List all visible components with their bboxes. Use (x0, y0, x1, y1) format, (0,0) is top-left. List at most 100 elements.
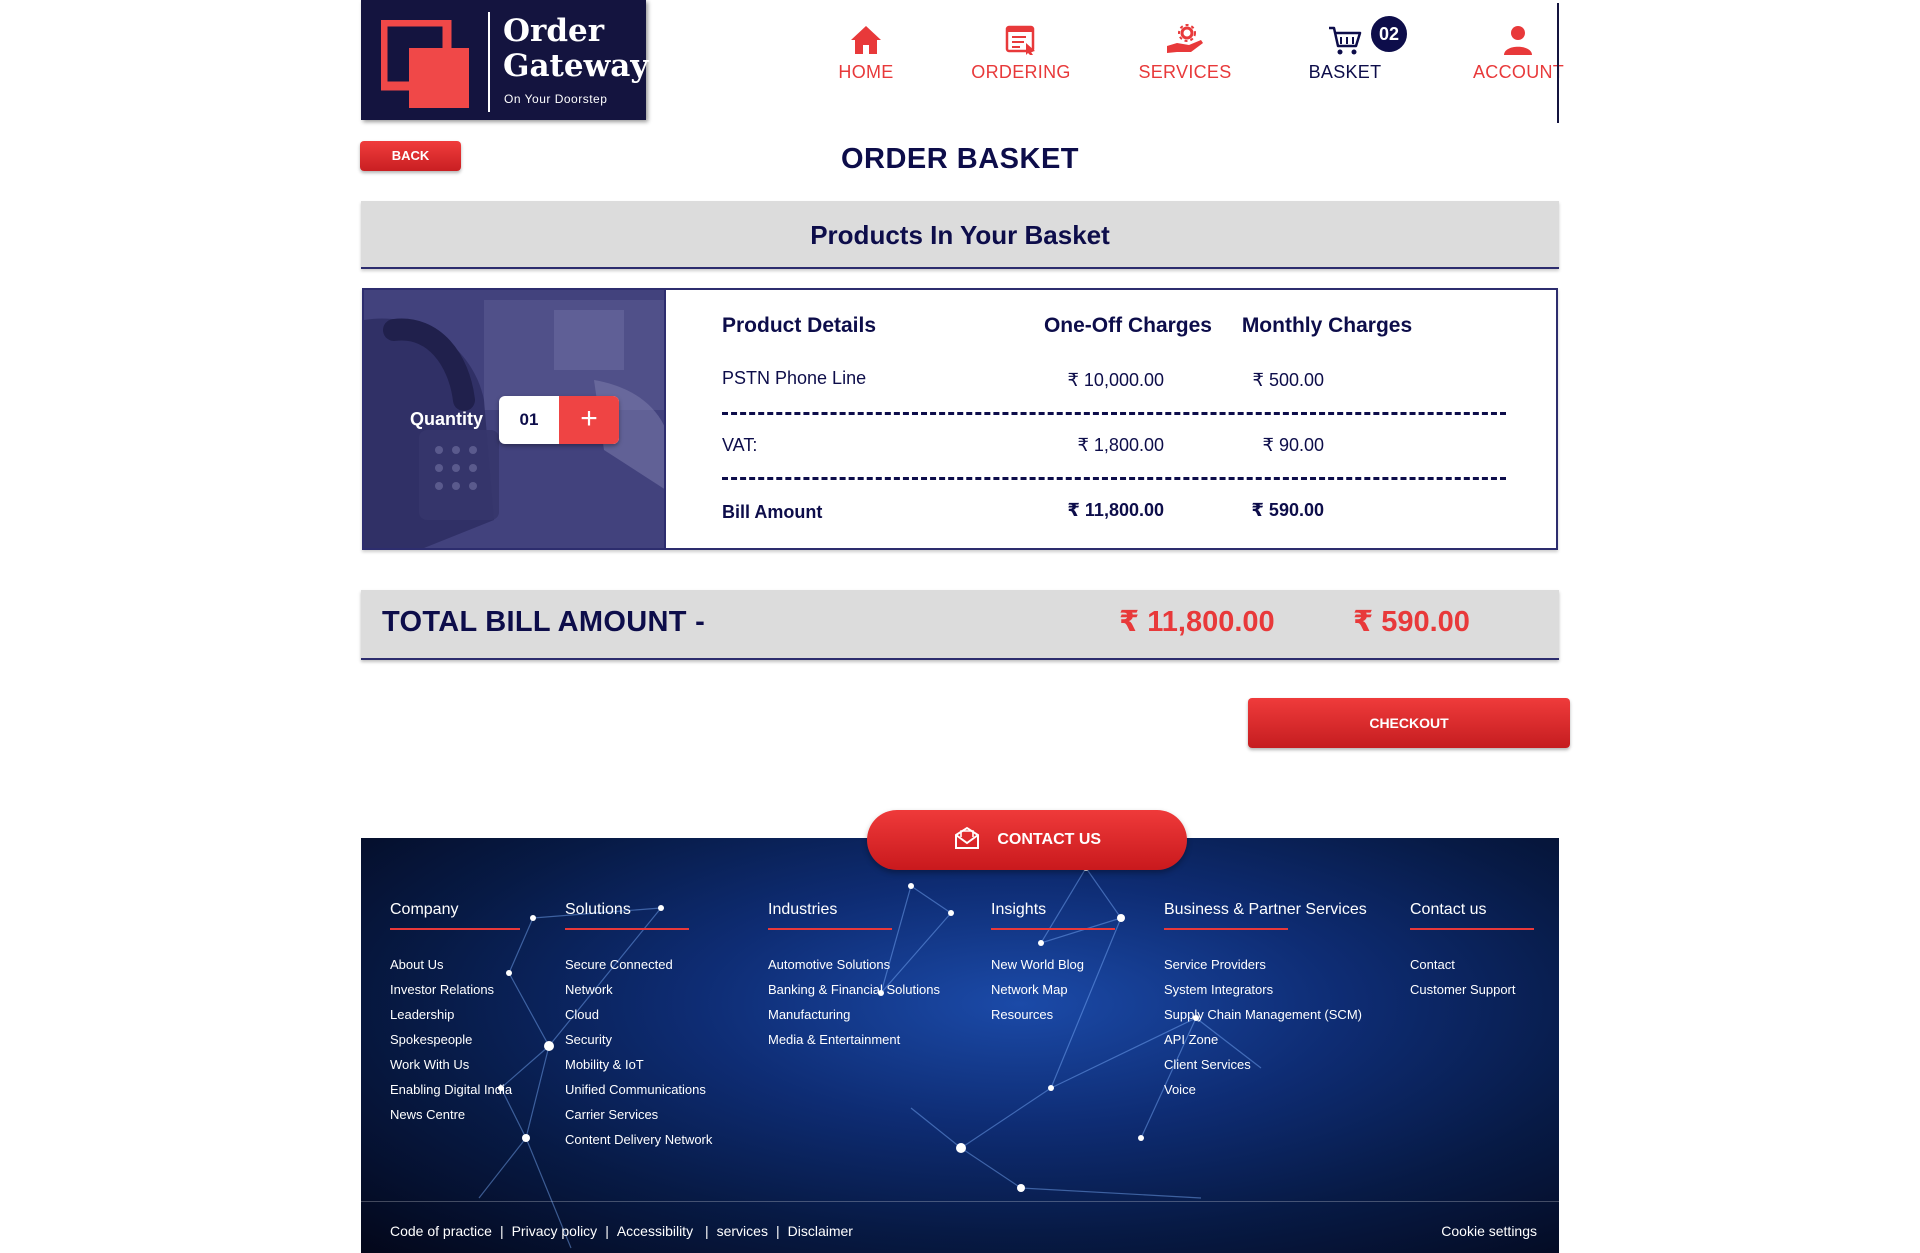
nav-account[interactable]: ACCOUNT (1473, 24, 1565, 94)
footer-heading: Company (390, 901, 520, 930)
footer-link[interactable]: Secure Connected (565, 952, 712, 977)
bill-one-off-amount: ₹ 11,800.00 (1067, 500, 1164, 520)
product-one-off-charge: ₹ 10,000.00 (1067, 370, 1164, 390)
footer-heading: Industries (768, 901, 892, 930)
total-monthly-amount: ₹ 590.00 (1353, 606, 1470, 638)
footer-link[interactable]: New World Blog (991, 952, 1115, 977)
network-background (478, 865, 1262, 1249)
footer-link[interactable]: API Zone (1164, 1027, 1362, 1052)
services-icon (1167, 24, 1203, 53)
mail-icon (954, 827, 979, 850)
nav-ordering-label: ORDERING (971, 62, 1071, 82)
footer-link[interactable]: Leadership (390, 1002, 520, 1027)
footer-link[interactable]: Mobility & IoT (565, 1052, 712, 1077)
bill-amount-label: Bill Amount (722, 502, 823, 522)
footer-link[interactable]: Spokespeople (390, 1027, 520, 1052)
separator: | (775, 1223, 780, 1239)
footer-link[interactable]: Supply Chain Management (SCM) (1164, 1002, 1362, 1027)
logo-tagline: On Your Doorstep (504, 92, 608, 106)
quantity-label: Quantity (410, 409, 484, 429)
contact-us-button[interactable]: CONTACT US (867, 810, 1187, 870)
product-name: PSTN Phone Line (722, 368, 867, 388)
footer-link[interactable]: Enabling Digital India (390, 1077, 520, 1102)
footer-link[interactable]: System Integrators (1164, 977, 1362, 1002)
nav-basket[interactable]: BASKET 02 (1307, 14, 1409, 94)
site-footer: Company About Us Investor Relations Lead… (361, 838, 1559, 1253)
logo-mark-icon (381, 20, 469, 108)
logo[interactable]: Order Gateway On Your Doorstep (361, 0, 648, 120)
contact-us-label: CONTACT US (997, 831, 1102, 848)
ordering-icon (1005, 25, 1035, 55)
nav-ordering[interactable]: ORDERING (969, 24, 1073, 94)
footer-link[interactable]: Network Map (991, 977, 1115, 1002)
separator: | (701, 1223, 709, 1239)
nav-account-label: ACCOUNT (1473, 62, 1565, 82)
quantity-input[interactable]: 01 (499, 396, 559, 444)
footer-link[interactable]: Contact (1410, 952, 1534, 977)
privacy-policy-link[interactable]: Privacy policy (512, 1223, 598, 1239)
monthly-charges-header: Monthly Charges (1241, 314, 1413, 337)
footer-link[interactable]: Security (565, 1027, 712, 1052)
logo-divider (488, 12, 490, 112)
nav-basket-label: BASKET (1308, 62, 1382, 82)
quantity-stepper: 01 + (499, 396, 619, 444)
row-divider (722, 477, 1506, 480)
total-bill-label: TOTAL BILL AMOUNT - (382, 606, 706, 638)
row-divider (722, 412, 1506, 415)
footer-link[interactable]: Cloud (565, 1002, 712, 1027)
footer-column-insights: Insights New World Blog Network Map Reso… (991, 901, 1115, 1027)
footer-heading: Solutions (565, 901, 689, 930)
accessibility-link[interactable]: Accessibility (617, 1223, 693, 1239)
footer-link[interactable]: Customer Support (1410, 977, 1534, 1002)
nav-home[interactable]: HOME (829, 24, 903, 94)
nav-services[interactable]: SERVICES (1137, 24, 1233, 94)
separator: | (499, 1223, 504, 1239)
footer-link[interactable]: Investor Relations (390, 977, 520, 1002)
disclaimer-link[interactable]: Disclaimer (788, 1223, 853, 1239)
footer-link[interactable]: About Us (390, 952, 520, 977)
footer-link[interactable]: Manufacturing (768, 1002, 940, 1027)
nav-home-label: HOME (838, 62, 894, 82)
footer-link[interactable]: Carrier Services (565, 1102, 712, 1127)
checkout-button[interactable]: CHECKOUT (1248, 698, 1570, 748)
home-icon (851, 26, 881, 54)
footer-link[interactable]: News Centre (390, 1102, 520, 1127)
footer-column-business-partner-services: Business & Partner Services Service Prov… (1164, 901, 1367, 1102)
footer-link[interactable]: Network (565, 977, 712, 1002)
footer-heading: Contact us (1410, 901, 1534, 930)
header-divider (1557, 3, 1559, 123)
footer-link[interactable]: Unified Communications (565, 1077, 712, 1102)
vat-label: VAT: (722, 435, 758, 455)
user-icon (1504, 26, 1532, 55)
product-monthly-charge: ₹ 500.00 (1252, 370, 1324, 390)
total-one-off-amount: ₹ 11,800.00 (1119, 606, 1275, 638)
separator: | (605, 1223, 609, 1239)
services-link[interactable]: services (717, 1223, 768, 1239)
logo-title-line2: Gateway (503, 48, 649, 84)
bill-monthly-amount: ₹ 590.00 (1251, 500, 1324, 520)
footer-link[interactable]: Banking & Financial Solutions (768, 977, 940, 1002)
basket-section-heading: Products In Your Basket (361, 201, 1559, 269)
quantity-increase-button[interactable]: + (559, 396, 619, 444)
footer-link[interactable]: Automotive Solutions (768, 952, 940, 977)
footer-link[interactable]: Service Providers (1164, 952, 1362, 977)
cookie-settings-link[interactable]: Cookie settings (1441, 1223, 1537, 1239)
footer-heading: Insights (991, 901, 1115, 930)
total-bill-bar: TOTAL BILL AMOUNT - ₹ 11,800.00 ₹ 590.00 (361, 590, 1559, 660)
logo-title: Order Gateway (503, 14, 648, 84)
footer-divider (361, 1201, 1559, 1202)
logo-title-line1: Order (503, 13, 605, 49)
code-of-practice-link[interactable]: Code of practice (390, 1223, 492, 1239)
footer-column-industries: Industries Automotive Solutions Banking … (768, 901, 940, 1052)
cart-icon (1329, 26, 1362, 55)
footer-column-company: Company About Us Investor Relations Lead… (390, 901, 520, 1127)
footer-link[interactable]: Work With Us (390, 1052, 520, 1077)
footer-link[interactable]: Media & Entertainment (768, 1027, 940, 1052)
site-header: Order Gateway On Your Doorstep HOME ORDE… (361, 0, 1564, 124)
product-image: Quantity 01 + (364, 290, 666, 548)
footer-link[interactable]: Content Delivery Network (565, 1127, 712, 1152)
footer-link[interactable]: Resources (991, 1002, 1115, 1027)
nav-services-label: SERVICES (1138, 62, 1232, 82)
footer-link[interactable]: Voice (1164, 1077, 1362, 1102)
footer-link[interactable]: Client Services (1164, 1052, 1362, 1077)
